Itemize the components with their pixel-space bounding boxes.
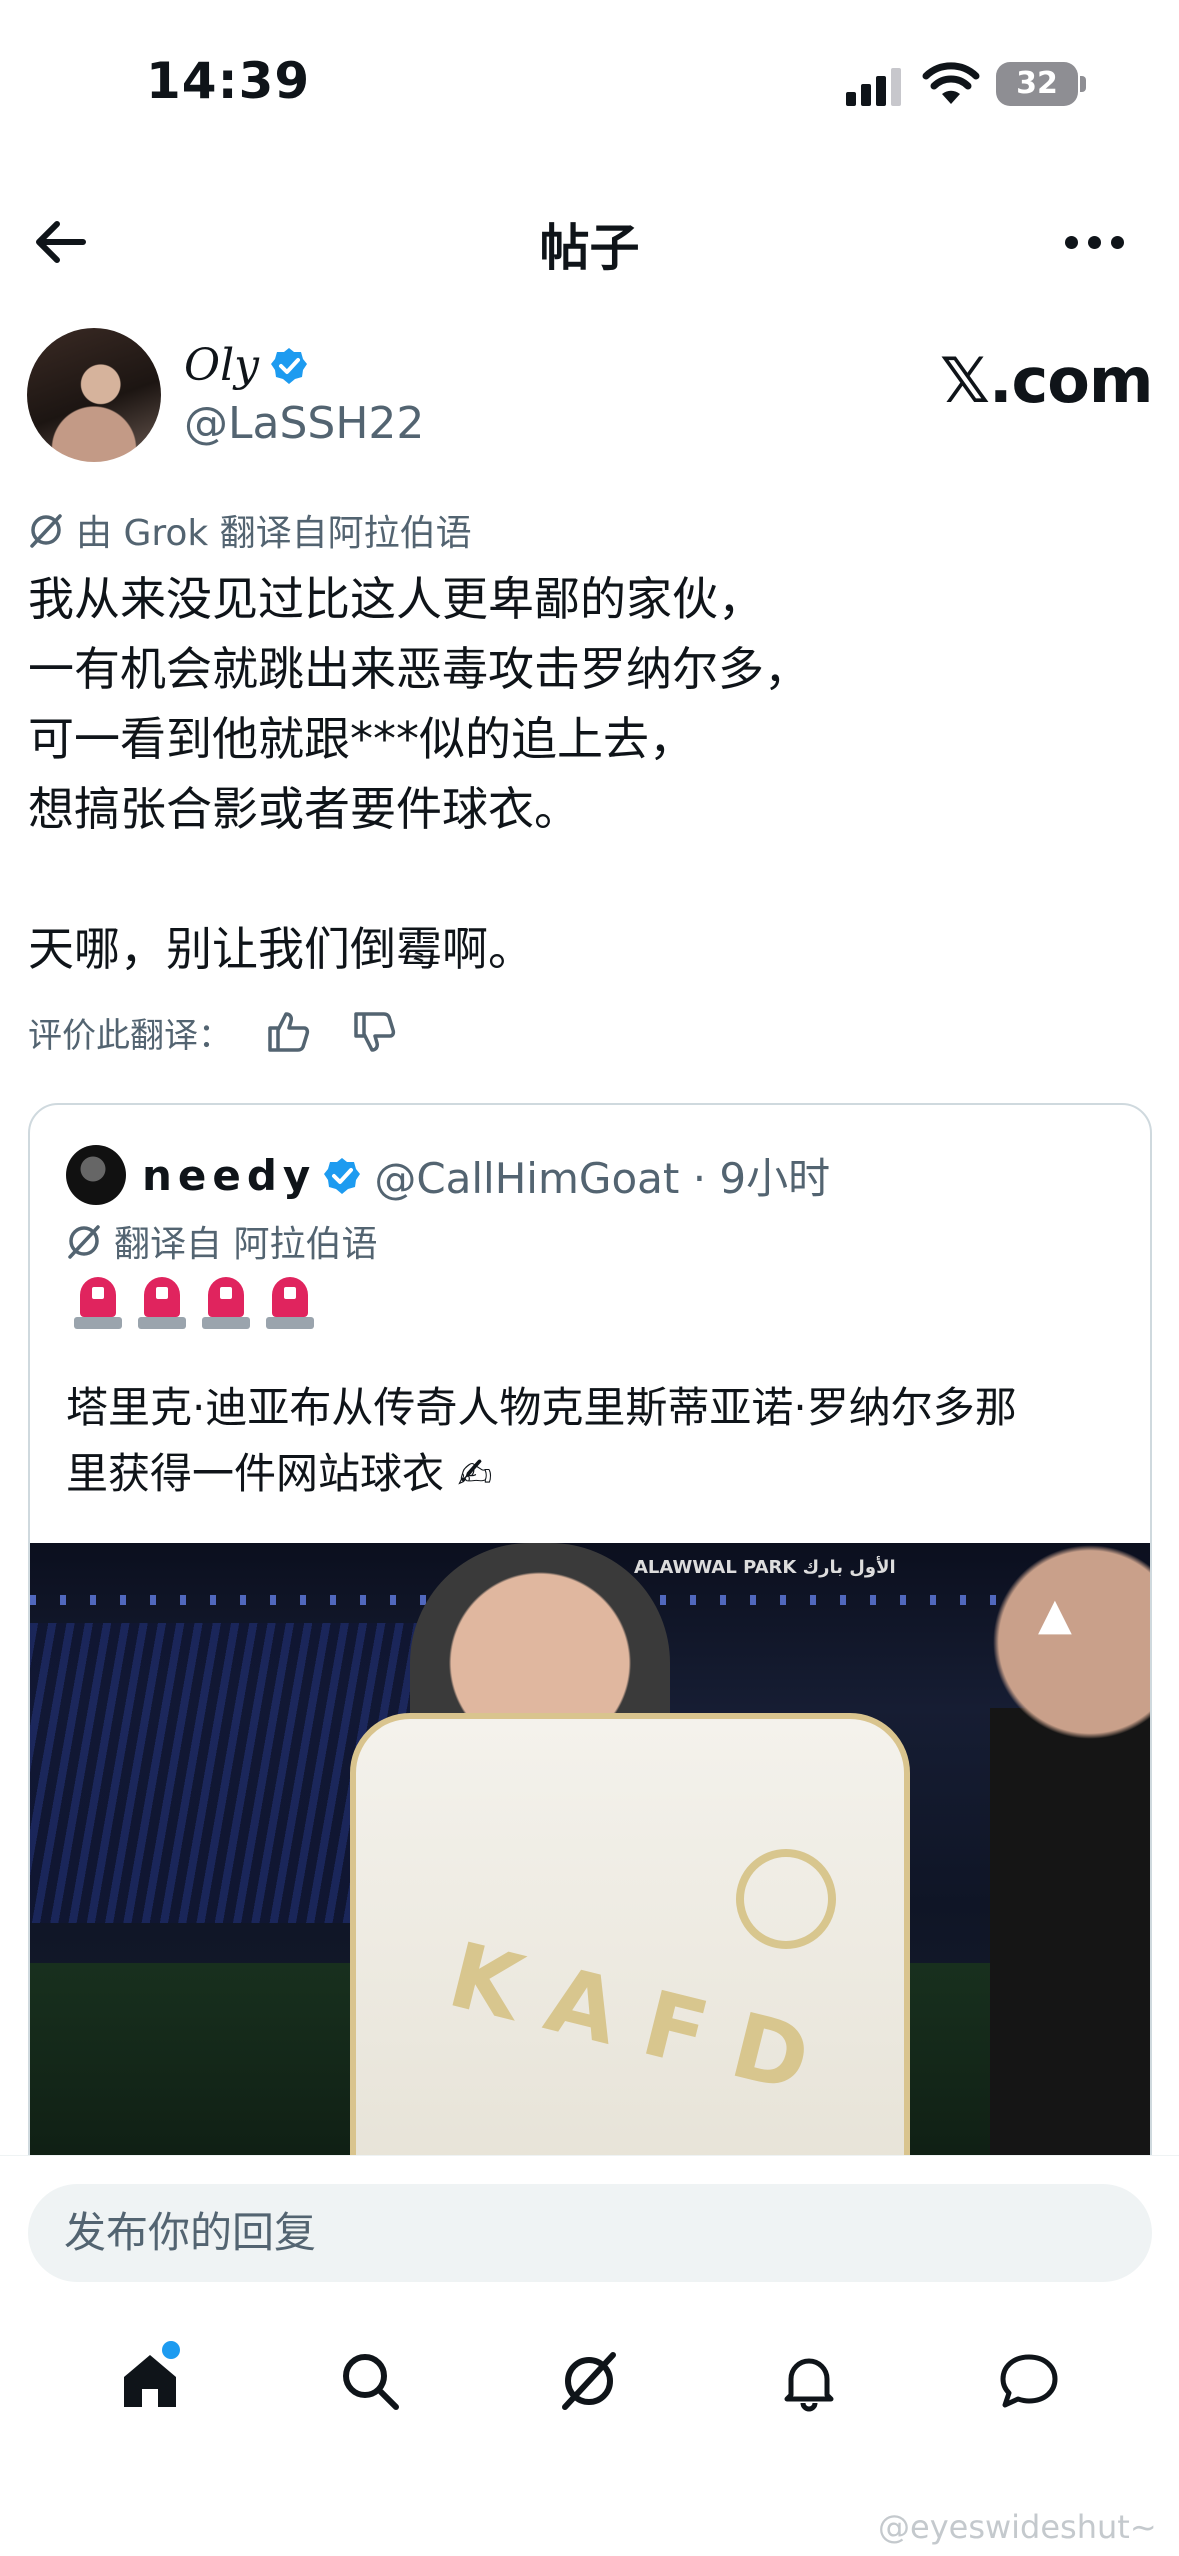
x-com-logo: 𝕏.com [940,344,1153,417]
thumbs-down-button[interactable] [344,1002,404,1062]
thumbs-down-icon [354,1012,396,1052]
siren-icon [266,1277,314,1329]
author-avatar[interactable] [27,328,161,462]
person-with-microphone [990,1543,1150,2201]
grok-icon [562,2352,617,2410]
notification-dot [161,2341,180,2359]
page-title: 帖子 [539,219,640,277]
back-button[interactable] [26,212,92,272]
signed-jersey: KAFD [350,1713,910,2201]
nav-home[interactable] [110,2341,190,2421]
nav-notifications[interactable] [769,2341,849,2421]
quoted-author-avatar[interactable] [66,1145,126,1205]
cellular-signal-icon [846,68,901,106]
nav-grok[interactable] [549,2341,629,2421]
thumbs-up-button[interactable] [258,1002,318,1062]
translation-label: 由 Grok 翻译自阿拉伯语 [28,504,472,556]
quoted-author-name[interactable]: needy [142,1151,316,1200]
battery-level: 32 [1016,66,1058,101]
nav-search[interactable] [330,2341,410,2421]
grok-icon [68,1225,100,1259]
quoted-post-text: 塔里克·迪亚布从传奇人物克里斯蒂亚诺·罗纳尔多那 里获得一件网站球衣 ✍ [66,1383,1017,1498]
jersey-sponsor-text: KAFD [439,1922,849,2121]
grok-icon [30,514,62,548]
quoted-post[interactable]: needy @CallHimGoat · 9小时 翻译自 阿拉伯语 塔里克·迪亚… [28,1103,1152,2203]
battery-icon: 32 [996,62,1078,106]
status-time: 14:39 [146,52,311,110]
quoted-translation-text: 翻译自 阿拉伯语 [114,1224,378,1265]
translation-label-text: 由 Grok 翻译自阿拉伯语 [76,513,472,554]
siren-icon [138,1277,186,1329]
wifi-icon [922,62,980,104]
messages-icon [1000,2354,1058,2408]
nav-messages[interactable] [989,2341,1069,2421]
siren-icon [202,1277,250,1329]
siren-emoji-row [74,1277,314,1329]
more-options-button[interactable] [1056,222,1132,262]
watermark: @eyeswideshut~ [878,2508,1157,2546]
post-text: 我从来没见过比这人更卑鄙的家伙， 一有机会就跳出来恶毒攻击罗纳尔多， 可一看到他… [28,572,810,976]
verified-badge-icon [324,1157,361,1194]
rate-label: 评价此翻译： [28,1015,232,1056]
quoted-handle-time: @CallHimGoat · 9小时 [374,1154,831,1203]
rate-translation-row: 评价此翻译： [28,1002,404,1062]
broadcast-logo-icon: ▲ [1038,1589,1072,1640]
quoted-translation-label: 翻译自 阿拉伯语 [66,1215,377,1267]
author-name-row[interactable]: Oly [184,340,309,391]
bell-icon [784,2358,834,2412]
author-name[interactable]: Oly [184,340,259,391]
back-arrow-icon [36,221,86,263]
reply-input[interactable]: 发布你的回复 [28,2184,1152,2282]
siren-icon [74,1277,122,1329]
broadcast-caption: ALAWWAL PARK الأول بارك [634,1557,896,1578]
author-handle[interactable]: @LaSSH22 [184,398,424,449]
verified-badge-icon [271,348,308,384]
club-crest [736,1849,836,1949]
bottom-nav [0,2336,1179,2426]
thumbs-up-icon [268,1012,310,1052]
quoted-post-image[interactable]: KAFD ALAWWAL PARK الأول بارك ▲ [30,1543,1150,2201]
quoted-author-row: needy @CallHimGoat · 9小时 [142,1145,830,1206]
battery-nub [1080,76,1086,92]
search-icon [342,2354,399,2410]
